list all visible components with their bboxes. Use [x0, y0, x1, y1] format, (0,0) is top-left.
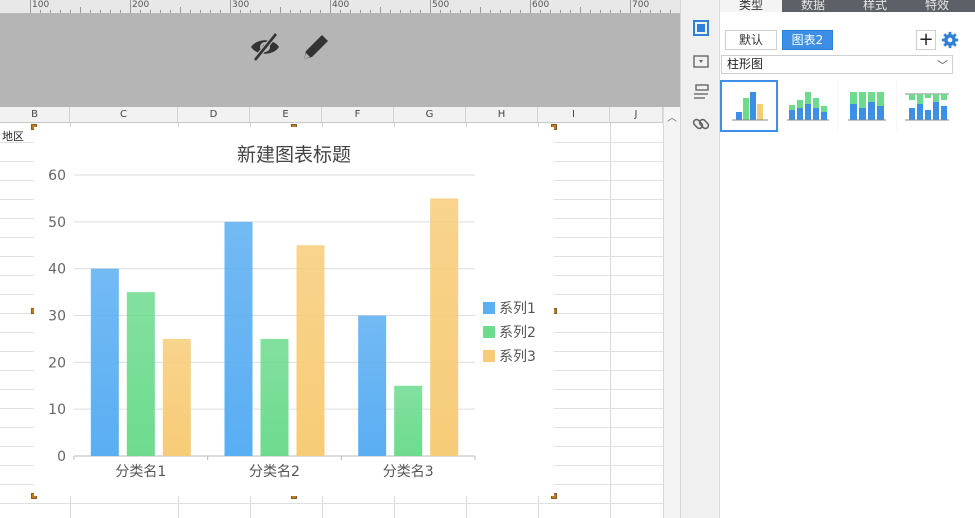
y-tick-label: 50 [48, 215, 66, 231]
grid-column-line [610, 123, 611, 518]
column-header[interactable]: J [610, 107, 663, 123]
vertical-scrollbar[interactable]: ︿ [663, 107, 680, 518]
thumb-clustered-bar[interactable] [720, 80, 778, 132]
thumb-stacked-bar[interactable] [779, 80, 837, 132]
chevron-down-icon: ﹀ [937, 59, 948, 72]
pencil-icon[interactable] [298, 31, 332, 63]
y-tick-label: 10 [48, 402, 66, 418]
legend-swatch [483, 302, 495, 314]
horizontal-ruler: 100 200 300 400 500 600 700 [0, 0, 680, 14]
legend-label: 系列3 [499, 349, 536, 365]
select-frame-icon[interactable] [691, 18, 711, 38]
y-tick-label: 20 [48, 355, 66, 371]
y-tick-label: 60 [48, 168, 66, 184]
column-header[interactable]: H [466, 107, 538, 123]
x-tick-label: 分类名1 [115, 464, 166, 480]
ruler-number: 600 [532, 0, 550, 10]
ruler-tick [630, 0, 631, 13]
grid-row-line [0, 503, 663, 504]
ruler-tick [580, 7, 581, 13]
legend-swatch [483, 350, 495, 362]
column-header[interactable]: G [394, 107, 466, 123]
ruler-number: 300 [232, 0, 250, 10]
column-header[interactable]: I [538, 107, 610, 123]
chart-toolbar-area [0, 14, 680, 97]
ruler-tick [230, 0, 231, 13]
column-header[interactable]: D [178, 107, 250, 123]
ruler-tick [430, 0, 431, 13]
bar [90, 268, 119, 456]
bar [296, 245, 325, 456]
legend-label: 系列1 [499, 301, 536, 317]
percent-stacked-bar-icon [848, 92, 886, 121]
ruler-tick [130, 0, 131, 13]
ruler-number: 100 [32, 0, 50, 10]
list-widget-icon[interactable] [691, 82, 711, 102]
diverging-bar-icon [905, 93, 949, 121]
ruler-tick [80, 7, 81, 13]
bar [430, 198, 459, 456]
y-tick-label: 0 [57, 449, 66, 465]
ruler-number: 700 [632, 0, 650, 10]
default-chart-button[interactable]: 默认 [725, 30, 777, 50]
ruler-tick [30, 0, 31, 13]
stacked-bar-icon [787, 92, 829, 121]
bar [260, 338, 289, 456]
ruler-number: 500 [432, 0, 450, 10]
chart-title: 新建图表标题 [237, 144, 351, 166]
chart-type-value: 柱形图 [727, 57, 764, 71]
grid-top-strip [0, 97, 680, 107]
eye-slash-icon[interactable] [248, 31, 282, 63]
legend-swatch [483, 326, 495, 338]
ruler-tick [480, 7, 481, 13]
thumb-percent-stacked-bar[interactable] [838, 80, 896, 132]
dropdown-widget-icon[interactable] [691, 52, 711, 72]
tab-style[interactable]: 样式 [844, 0, 906, 13]
chart-style-thumbnails [720, 80, 955, 132]
x-tick-label: 分类名2 [249, 464, 300, 480]
column-header[interactable]: B [0, 107, 70, 123]
y-tick-label: 40 [48, 262, 66, 278]
chart-canvas: 新建图表标题 0 10 20 30 40 50 60 分类名1 分类名2 分类名3 系列1 系列2 系列3 [48, 144, 536, 480]
ruler-tick [280, 7, 281, 13]
chart2-button[interactable]: 图表2 [782, 30, 833, 50]
y-tick-label: 30 [48, 309, 66, 325]
tab-data[interactable]: 数据 [782, 0, 844, 13]
chart-properties-panel: 类型 数据 样式 特效 默认 图表2 + 柱形图 ﹀ [720, 0, 975, 518]
tab-effects[interactable]: 特效 [906, 0, 968, 13]
bar [358, 315, 387, 456]
column-header[interactable]: C [70, 107, 178, 123]
clustered-bar-icon [732, 92, 768, 121]
x-tick-label: 分类名3 [383, 464, 434, 480]
bar [126, 292, 155, 456]
link-icon[interactable] [691, 114, 711, 134]
ruler-number: 200 [132, 0, 150, 10]
side-icon-strip [680, 0, 720, 518]
ruler-tick [380, 7, 381, 13]
ruler-tick [180, 7, 181, 13]
grid-column-line [663, 123, 664, 518]
column-header[interactable]: E [250, 107, 322, 123]
bar [394, 385, 423, 456]
gear-icon[interactable] [941, 31, 959, 49]
add-chart-button[interactable]: + [916, 30, 936, 50]
ruler-tick [330, 0, 331, 13]
ruler-tick [530, 0, 531, 13]
legend-label: 系列2 [499, 325, 536, 341]
bar [162, 338, 191, 456]
ruler-number: 400 [332, 0, 350, 10]
scroll-up-icon[interactable]: ︿ [667, 109, 677, 124]
column-header[interactable]: F [322, 107, 394, 123]
tab-type[interactable]: 类型 [720, 0, 782, 12]
bar [224, 221, 253, 456]
thumb-diverging-bar[interactable] [897, 80, 955, 132]
bar-chart[interactable]: 新建图表标题 0 10 20 30 40 50 60 分类名1 分类名2 分类名3 系列1 系列2 系列3 [34, 127, 554, 496]
chart-type-select[interactable]: 柱形图 ﹀ [721, 55, 953, 74]
panel-tabs: 类型 数据 样式 特效 [720, 0, 975, 12]
